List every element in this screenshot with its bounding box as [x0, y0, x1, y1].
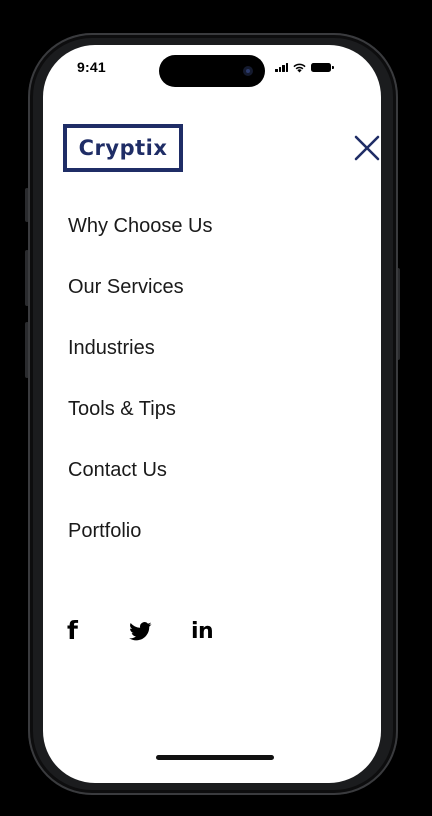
- phone-screen: 9:41 Cryptix Why Choose Us Our Services …: [43, 45, 381, 783]
- nav-item-why-choose-us[interactable]: Why Choose Us: [68, 213, 213, 274]
- mobile-nav-menu: Why Choose Us Our Services Industries To…: [68, 213, 213, 579]
- nav-item-tools-tips[interactable]: Tools & Tips: [68, 396, 213, 457]
- brand-logo[interactable]: Cryptix: [63, 124, 183, 172]
- nav-item-contact-us[interactable]: Contact Us: [68, 457, 213, 518]
- close-icon: [354, 135, 380, 161]
- linkedin-link[interactable]: in: [191, 617, 253, 645]
- camera-icon: [243, 66, 253, 76]
- twitter-link[interactable]: [129, 617, 191, 645]
- close-menu-button[interactable]: [352, 133, 381, 163]
- device-stage: 9:41 Cryptix Why Choose Us Our Services …: [0, 0, 432, 816]
- brand-logo-text: Cryptix: [78, 136, 168, 160]
- cellular-signal-icon: [275, 62, 288, 72]
- dynamic-island: [159, 55, 265, 87]
- home-indicator[interactable]: [156, 755, 274, 760]
- social-links: f in: [67, 617, 253, 645]
- nav-item-our-services[interactable]: Our Services: [68, 274, 213, 335]
- nav-item-industries[interactable]: Industries: [68, 335, 213, 396]
- twitter-icon: [129, 621, 152, 640]
- facebook-icon: f: [67, 616, 78, 645]
- nav-item-portfolio[interactable]: Portfolio: [68, 518, 213, 579]
- facebook-link[interactable]: f: [67, 617, 129, 645]
- wifi-icon: [293, 63, 306, 72]
- status-icons: [275, 61, 334, 73]
- status-time: 9:41: [77, 59, 106, 75]
- battery-icon: [311, 62, 334, 72]
- linkedin-icon: in: [191, 618, 214, 644]
